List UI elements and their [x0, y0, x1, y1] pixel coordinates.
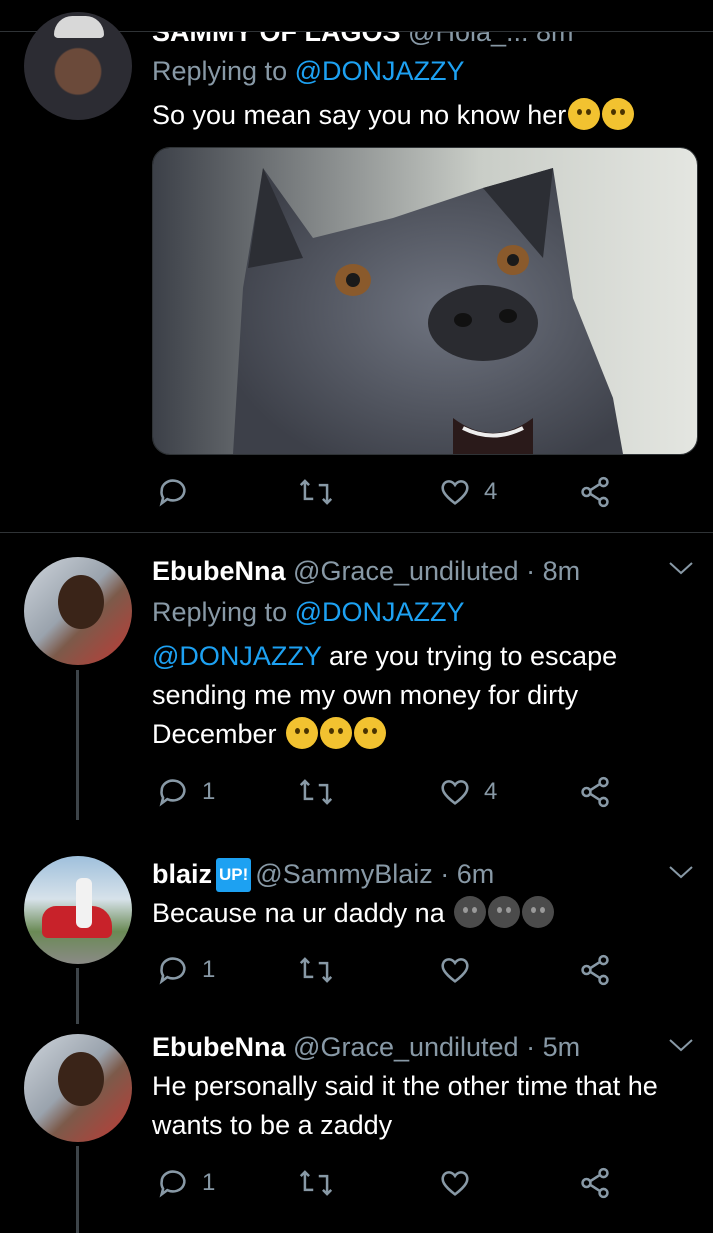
tweet-author-handle[interactable]: @SammyBlaiz [255, 859, 432, 889]
tweet-time: · 8m [526, 556, 581, 586]
reply-button[interactable] [156, 472, 190, 512]
avatar-cap [54, 16, 104, 38]
like-button[interactable]: 4 [438, 772, 497, 812]
tweet-text-container: @DONJAZZY are you trying to escape sendi… [152, 637, 692, 754]
eye-roll-emoji [320, 717, 353, 749]
replying-label: Replying to [152, 56, 288, 86]
thread-line [76, 1146, 79, 1233]
like-icon [441, 1171, 469, 1196]
chevron-down-icon[interactable] [668, 864, 694, 880]
eye-roll-emoji [286, 717, 319, 749]
tweet-author-name[interactable]: EbubeNna [152, 1032, 286, 1062]
reply-button[interactable]: 1 [156, 950, 215, 990]
share-icon [581, 476, 609, 508]
like-count: 4 [484, 778, 498, 805]
replying-handle[interactable]: @DONJAZZY [295, 56, 465, 86]
retweet-icon [299, 479, 333, 505]
replying-handle[interactable]: @DONJAZZY [295, 597, 465, 627]
like-button[interactable] [438, 950, 472, 990]
avatar[interactable] [24, 557, 132, 665]
share-icon [581, 776, 609, 808]
eye-roll-emoji [354, 717, 387, 749]
retweet-icon [299, 1170, 333, 1196]
like-icon [441, 480, 469, 505]
tweet-author-name[interactable]: EbubeNna [152, 556, 286, 586]
dog-photo [153, 148, 697, 454]
like-button[interactable]: 4 [438, 472, 497, 512]
like-icon [441, 958, 469, 983]
mention-link[interactable]: @DONJAZZY [152, 641, 321, 671]
tweet-author-handle[interactable]: @Grace_undiluted [293, 1032, 519, 1062]
like-icon [441, 780, 469, 805]
retweet-button[interactable] [298, 950, 334, 990]
smirk-face-emoji [454, 896, 487, 928]
reply-icon [159, 1170, 186, 1198]
share-button[interactable] [578, 472, 612, 512]
reply-button[interactable]: 1 [156, 772, 215, 812]
share-icon [581, 954, 609, 986]
reply-count: 1 [202, 956, 216, 983]
reply-icon [159, 957, 186, 985]
tweet-author-name[interactable]: blaiz [152, 859, 212, 889]
chevron-down-icon[interactable] [668, 1037, 694, 1053]
smirk-face-emoji [522, 896, 555, 928]
share-button[interactable] [578, 772, 612, 812]
chevron-down-icon[interactable] [668, 560, 694, 576]
retweet-icon [299, 779, 333, 805]
avatar-person [76, 878, 92, 928]
like-count: 4 [484, 478, 498, 505]
share-button[interactable] [578, 1163, 612, 1203]
tweet-header: blaiz UP! @SammyBlaiz · 6m [152, 858, 494, 892]
reply-count: 1 [202, 1169, 216, 1196]
retweet-button[interactable] [298, 1163, 334, 1203]
retweet-button[interactable] [298, 772, 334, 812]
tweet-text: He personally said it the other time tha… [152, 1071, 658, 1140]
reply-button[interactable]: 1 [156, 1163, 215, 1203]
avatar[interactable] [24, 12, 132, 120]
tweet-time: · 5m [526, 1032, 581, 1062]
tweet-text-container: So you mean say you no know her [152, 96, 692, 135]
reply-icon [159, 479, 186, 507]
thread-line [76, 968, 79, 1024]
tweet-header: EbubeNna @Grace_undiluted · 5m [152, 1031, 580, 1063]
avatar-face [58, 575, 104, 629]
reply-count: 1 [202, 778, 216, 805]
tweet-text: Because na ur daddy na [152, 898, 445, 928]
tweet-time: · 6m [440, 859, 495, 889]
name-badge: UP! [216, 858, 252, 892]
tweet-author-handle[interactable]: @Grace_undiluted [293, 556, 519, 586]
replying-label: Replying to [152, 597, 288, 627]
avatar[interactable] [24, 1034, 132, 1142]
share-icon [581, 1167, 609, 1199]
avatar-face [58, 1052, 104, 1106]
tweet-header: EbubeNna @Grace_undiluted · 8m [152, 555, 580, 587]
thread-line [76, 670, 79, 820]
smirk-face-emoji [488, 896, 521, 928]
replying-to: Replying to @DONJAZZY [152, 596, 465, 628]
replying-to: Replying to @DONJAZZY [152, 55, 465, 87]
tweet-divider [0, 532, 713, 533]
tweet-text-container: Because na ur daddy na [152, 894, 692, 933]
avatar[interactable] [24, 856, 132, 964]
reply-icon [159, 779, 186, 807]
confused-face-emoji [602, 98, 635, 130]
tweet-media-image[interactable] [152, 147, 698, 455]
retweet-button[interactable] [298, 472, 334, 512]
tweet-text: So you mean say you no know her [152, 100, 567, 130]
retweet-icon [299, 957, 333, 983]
like-button[interactable] [438, 1163, 472, 1203]
share-button[interactable] [578, 950, 612, 990]
confused-face-emoji [568, 98, 601, 130]
